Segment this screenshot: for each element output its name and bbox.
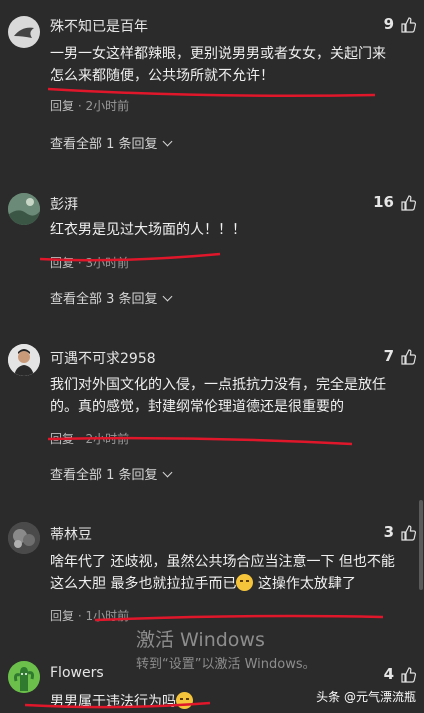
like-count: 7	[383, 347, 394, 365]
comment-text-part: 这操作太放肆了	[253, 576, 356, 592]
thumbs-up-icon[interactable]	[400, 525, 416, 541]
view-all-replies-label: 查看全部 3 条回复	[50, 292, 158, 307]
reply-row: 回复 · 2小时前	[50, 432, 130, 446]
view-all-replies-label: 查看全部 1 条回复	[50, 468, 158, 483]
chevron-down-icon	[162, 467, 172, 478]
windows-activation-title: 激活 Windows	[136, 629, 265, 651]
avatar[interactable]	[8, 193, 40, 225]
comment-text: 一男一女这样都辣眼，更别说男男或者女女，关起门来怎么来都随便，公共场所就不允许！	[50, 46, 386, 84]
chevron-down-icon	[162, 291, 172, 302]
username[interactable]: Flowers	[50, 665, 104, 681]
reply-button[interactable]: 回复	[50, 609, 74, 623]
reply-row: 回复 · 3小时前	[50, 256, 130, 270]
comment-item: 蒂林豆 3 啥年代了 还歧视，虽然公共场合应当注意一下 但也不能这么大胆 最多也…	[0, 505, 424, 635]
view-all-replies-label: 查看全部 1 条回复	[50, 137, 158, 152]
smirk-emoji-icon	[236, 574, 254, 591]
timestamp: 2小时前	[85, 99, 130, 113]
reply-button[interactable]: 回复	[50, 256, 74, 270]
source-watermark: 头条 @元气漂流瓶	[316, 690, 416, 704]
emoji-icon	[176, 692, 193, 709]
reply-button[interactable]: 回复	[50, 99, 74, 113]
avatar[interactable]	[8, 522, 40, 554]
like-count: 9	[383, 15, 394, 33]
reply-row: 回复 · 1小时前	[50, 609, 130, 623]
comment-item: 彭湃 16 红衣男是见过大场面的人！！！ 回复 · 3小时前 查看全部 3 条回…	[0, 180, 424, 320]
avatar[interactable]	[8, 344, 40, 376]
like-count: 16	[373, 193, 394, 211]
view-all-replies[interactable]: 查看全部 3 条回复	[50, 288, 172, 307]
chevron-down-icon	[162, 136, 172, 147]
username[interactable]: 可遇不可求2958	[50, 348, 156, 368]
like-count: 4	[383, 665, 394, 683]
comment-text-part: 男男属于违法行为吗	[50, 694, 176, 710]
thumbs-up-icon[interactable]	[400, 349, 416, 365]
comment-item: 殊不知已是百年 9 一男一女这样都辣眼，更别说男男或者女女，关起门来怎么来都随便…	[0, 0, 424, 160]
thumbs-up-icon[interactable]	[400, 195, 416, 211]
windows-activation-subtitle: 转到“设置”以激活 Windows。	[136, 657, 316, 672]
reply-row: 回复 · 2小时前	[50, 99, 130, 113]
comment-text: 我们对外国文化的入侵，一点抵抗力没有，完全是放任的。真的感觉，封建纲常伦理道德还…	[50, 377, 386, 415]
thumbs-up-icon[interactable]	[400, 17, 416, 33]
username[interactable]: 彭湃	[50, 194, 78, 214]
thumbs-up-icon[interactable]	[400, 667, 416, 683]
scrollbar[interactable]	[419, 500, 423, 590]
username[interactable]: 蒂林豆	[50, 524, 92, 544]
timestamp: 3小时前	[85, 256, 130, 270]
view-all-replies[interactable]: 查看全部 1 条回复	[50, 464, 172, 483]
timestamp: 1小时前	[85, 609, 130, 623]
username[interactable]: 殊不知已是百年	[50, 16, 148, 36]
avatar[interactable]	[8, 661, 40, 693]
comment-item: 可遇不可求2958 7 我们对外国文化的入侵，一点抵抗力没有，完全是放任的。真的…	[0, 330, 424, 490]
reply-button[interactable]: 回复	[50, 432, 74, 446]
avatar[interactable]	[8, 16, 40, 48]
like-count: 3	[383, 523, 394, 541]
comment-text: 啥年代了 还歧视，虽然公共场合应当注意一下 但也不能这么大胆 最多也就拉拉手而已…	[50, 551, 395, 595]
view-all-replies[interactable]: 查看全部 1 条回复	[50, 133, 172, 152]
comment-text: 红衣男是见过大场面的人！！！	[50, 222, 246, 238]
timestamp: 2小时前	[85, 432, 130, 446]
